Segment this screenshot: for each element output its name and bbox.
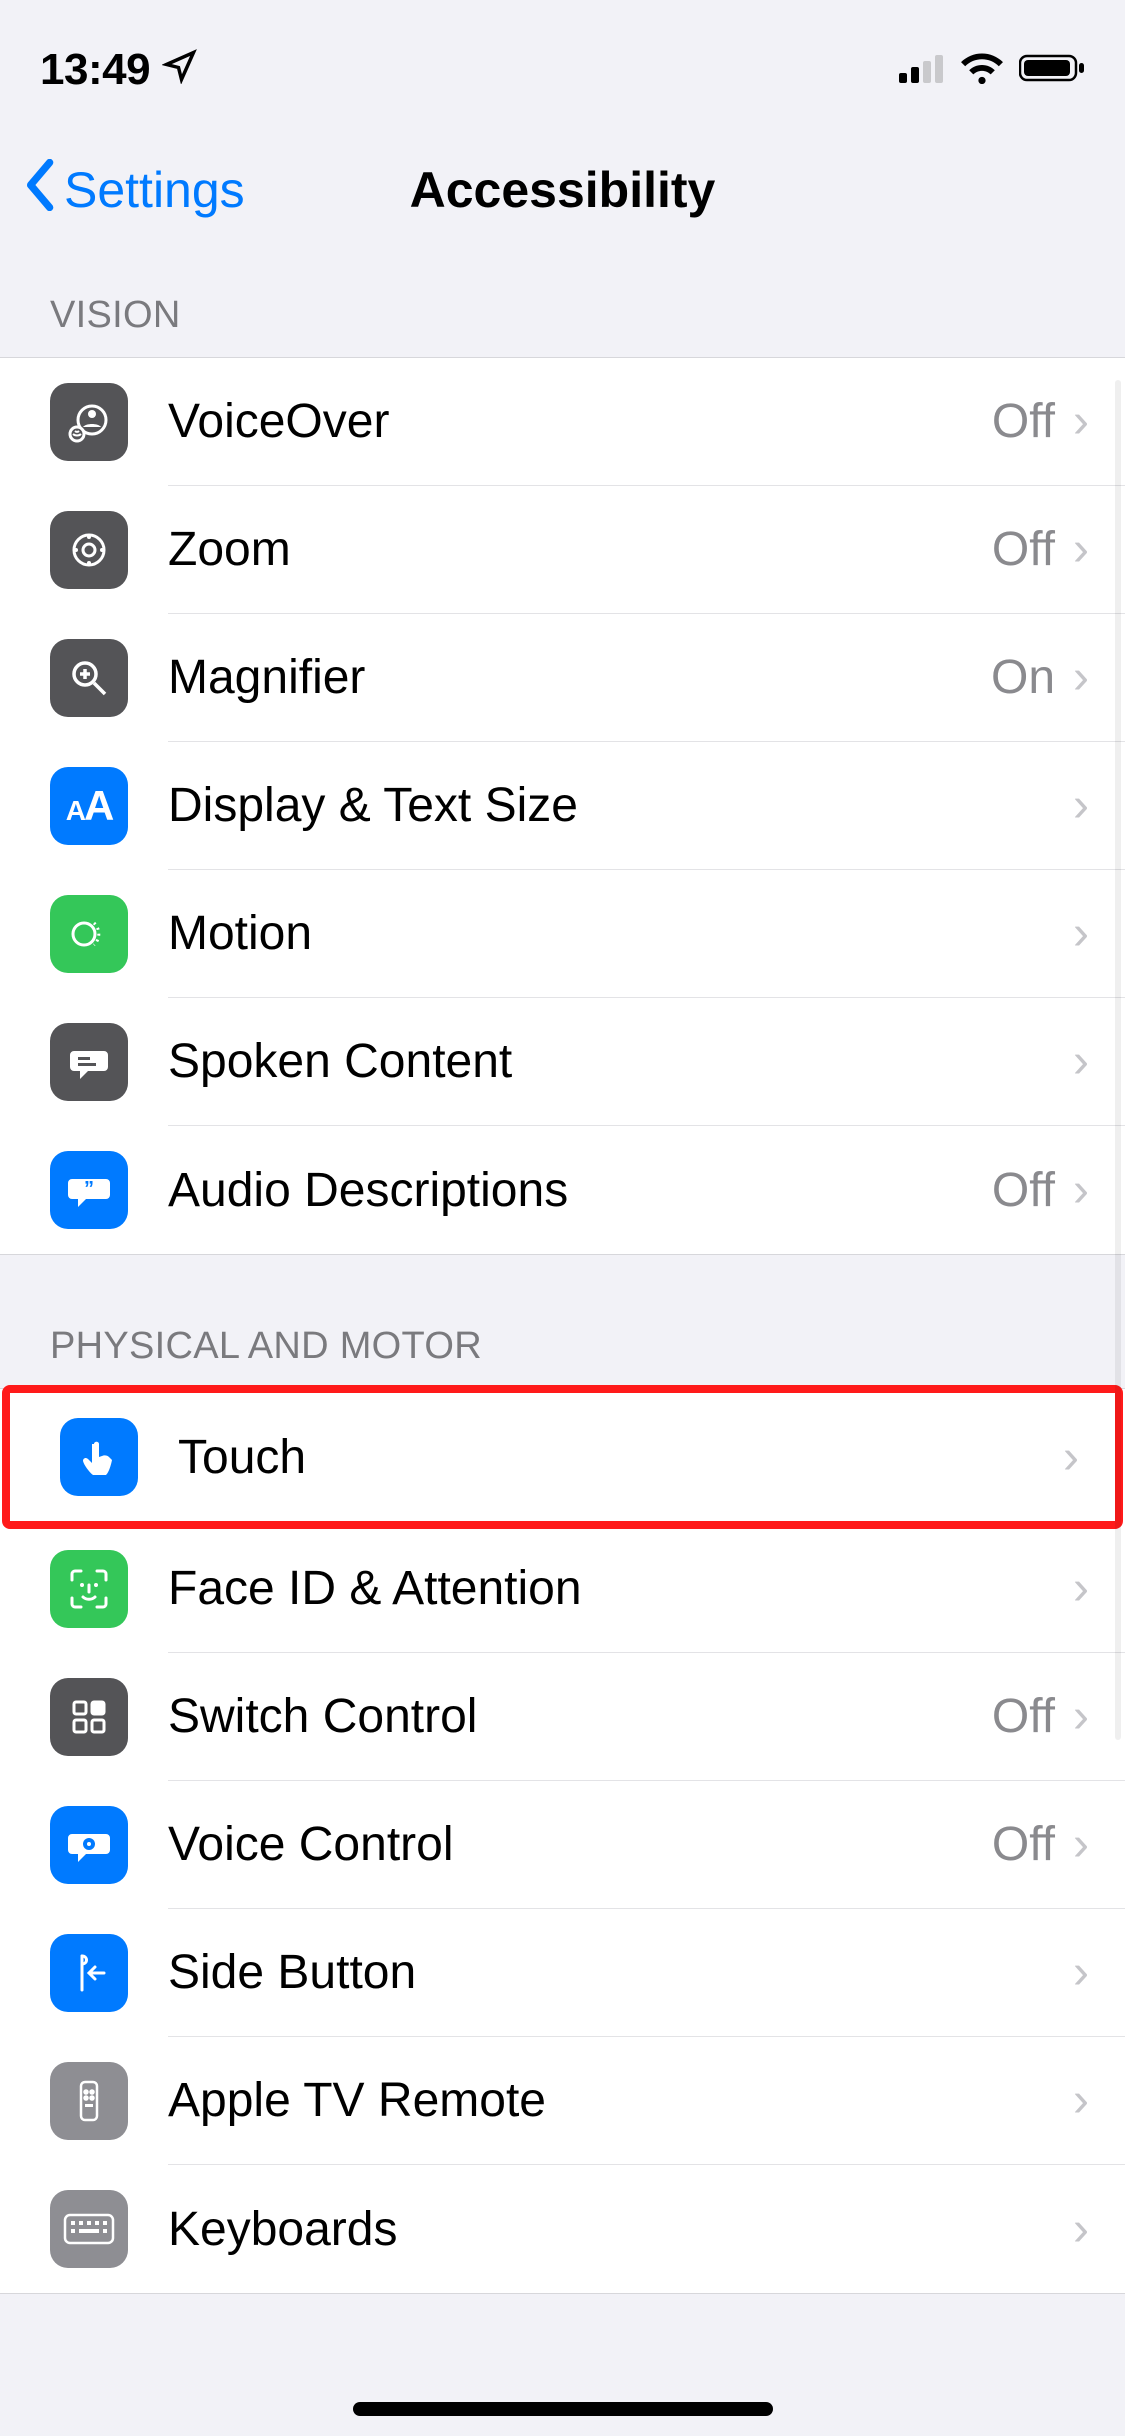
status-time: 13:49 — [40, 45, 150, 95]
section-header-physical: PHYSICAL AND MOTOR — [0, 1255, 1125, 1388]
spoken-content-icon — [50, 1023, 128, 1101]
svg-text:”: ” — [84, 1178, 94, 1200]
row-spoken-content[interactable]: Spoken Content › — [0, 998, 1125, 1126]
row-label: Display & Text Size — [168, 778, 578, 833]
keyboard-icon — [50, 2190, 128, 2268]
row-audio-descriptions[interactable]: ” Audio Descriptions Off › — [0, 1126, 1125, 1254]
audio-desc-icon: ” — [50, 1151, 128, 1229]
nav-bar: Settings Accessibility — [0, 120, 1125, 260]
row-label: Zoom — [168, 522, 291, 577]
chevron-right-icon: › — [1073, 1689, 1089, 1744]
side-button-icon — [50, 1934, 128, 2012]
motion-icon — [50, 895, 128, 973]
chevron-right-icon: › — [1073, 2073, 1089, 2128]
chevron-right-icon: › — [1063, 1430, 1079, 1485]
row-faceid-attention[interactable]: Face ID & Attention › — [0, 1525, 1125, 1653]
magnifier-icon — [50, 639, 128, 717]
scroll-bar[interactable] — [1115, 380, 1121, 1740]
row-voice-control[interactable]: Voice Control Off › — [0, 1781, 1125, 1909]
row-label: Voice Control — [168, 1817, 454, 1872]
home-indicator — [353, 2402, 773, 2416]
voiceover-icon — [50, 383, 128, 461]
chevron-right-icon: › — [1073, 650, 1089, 705]
zoom-icon — [50, 511, 128, 589]
highlight-touch: Touch › — [2, 1385, 1123, 1529]
row-label: Apple TV Remote — [168, 2073, 546, 2128]
row-apple-tv-remote[interactable]: Apple TV Remote › — [0, 2037, 1125, 2165]
location-icon — [162, 45, 198, 95]
row-keyboards[interactable]: Keyboards › — [0, 2165, 1125, 2293]
row-label: Magnifier — [168, 650, 365, 705]
row-status: On — [991, 650, 1055, 705]
wifi-icon — [959, 51, 1005, 90]
row-switch-control[interactable]: Switch Control Off › — [0, 1653, 1125, 1781]
apple-tv-remote-icon — [50, 2062, 128, 2140]
row-status: Off — [992, 394, 1055, 449]
chevron-right-icon: › — [1073, 394, 1089, 449]
row-label: Switch Control — [168, 1689, 477, 1744]
row-label: VoiceOver — [168, 394, 389, 449]
row-status: Off — [992, 1163, 1055, 1218]
row-label: Keyboards — [168, 2202, 397, 2257]
page-title: Accessibility — [410, 161, 716, 219]
back-button[interactable]: Settings — [24, 159, 245, 222]
chevron-right-icon: › — [1073, 1034, 1089, 1089]
row-magnifier[interactable]: Magnifier On › — [0, 614, 1125, 742]
chevron-right-icon: › — [1073, 906, 1089, 961]
chevron-right-icon: › — [1073, 2202, 1089, 2257]
text-size-icon: AA — [50, 767, 128, 845]
row-label: Touch — [178, 1430, 306, 1485]
screen: 13:49 Settings Accessibility VI — [0, 0, 1125, 2436]
row-status: Off — [992, 522, 1055, 577]
voice-control-icon — [50, 1806, 128, 1884]
row-touch[interactable]: Touch › — [10, 1393, 1115, 1521]
list-vision: VoiceOver Off › Zoom Off › — [0, 357, 1125, 1255]
status-bar: 13:49 — [0, 0, 1125, 120]
chevron-left-icon — [24, 159, 58, 222]
switch-control-icon — [50, 1678, 128, 1756]
row-motion[interactable]: Motion › — [0, 870, 1125, 998]
row-label: Face ID & Attention — [168, 1561, 582, 1616]
chevron-right-icon: › — [1073, 1163, 1089, 1218]
section-header-vision: VISION — [0, 260, 1125, 357]
chevron-right-icon: › — [1073, 1561, 1089, 1616]
chevron-right-icon: › — [1073, 1817, 1089, 1872]
status-right — [899, 51, 1085, 90]
row-side-button[interactable]: Side Button › — [0, 1909, 1125, 2037]
back-label: Settings — [64, 161, 245, 219]
row-display-text-size[interactable]: AA Display & Text Size › — [0, 742, 1125, 870]
chevron-right-icon: › — [1073, 778, 1089, 833]
chevron-right-icon: › — [1073, 522, 1089, 577]
touch-icon — [60, 1418, 138, 1496]
chevron-right-icon: › — [1073, 1945, 1089, 2000]
row-label: Spoken Content — [168, 1034, 512, 1089]
row-status: Off — [992, 1817, 1055, 1872]
row-status: Off — [992, 1689, 1055, 1744]
row-voiceover[interactable]: VoiceOver Off › — [0, 358, 1125, 486]
row-label: Audio Descriptions — [168, 1163, 568, 1218]
battery-icon — [1019, 53, 1085, 88]
list-physical: Touch › Face ID & Attention › — [0, 1388, 1125, 2294]
faceid-icon — [50, 1550, 128, 1628]
row-zoom[interactable]: Zoom Off › — [0, 486, 1125, 614]
row-label: Side Button — [168, 1945, 416, 2000]
status-left: 13:49 — [40, 45, 198, 95]
row-label: Motion — [168, 906, 312, 961]
cellular-icon — [899, 53, 945, 88]
